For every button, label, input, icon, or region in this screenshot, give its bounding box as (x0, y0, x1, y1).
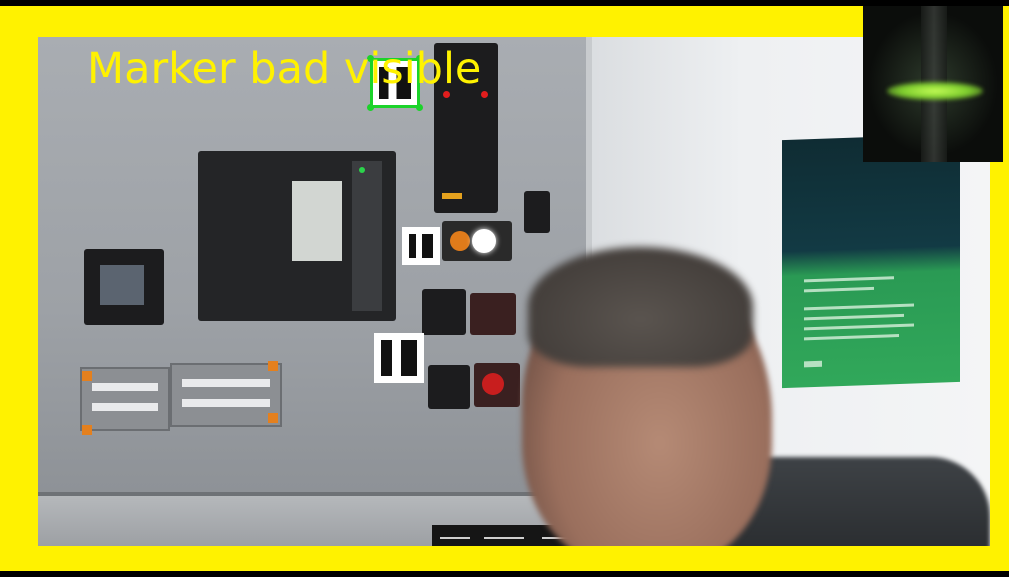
button-panel-a (422, 289, 466, 335)
protection-relay (198, 151, 396, 321)
wall-poster (782, 133, 960, 389)
person-hair (528, 247, 753, 367)
emergency-button-panel (474, 363, 520, 407)
marker-status-text: Marker bad visible (87, 44, 482, 94)
bottom-border (0, 571, 1009, 577)
switch-knob (524, 191, 550, 233)
indicator-lights (442, 221, 512, 261)
terminal-block-right (170, 363, 282, 427)
detection-point (481, 91, 488, 98)
camera-feed (38, 37, 990, 546)
aruco-marker-low (374, 333, 424, 383)
meter-display (84, 249, 164, 325)
top-border (0, 0, 1009, 6)
button-panel-c (428, 365, 470, 409)
zoom-thumbnail (863, 6, 1003, 162)
aruco-marker-mid (402, 227, 440, 265)
terminal-block-left (80, 367, 170, 431)
switchgear-cabinet (38, 37, 592, 492)
button-panel-b (470, 293, 516, 335)
